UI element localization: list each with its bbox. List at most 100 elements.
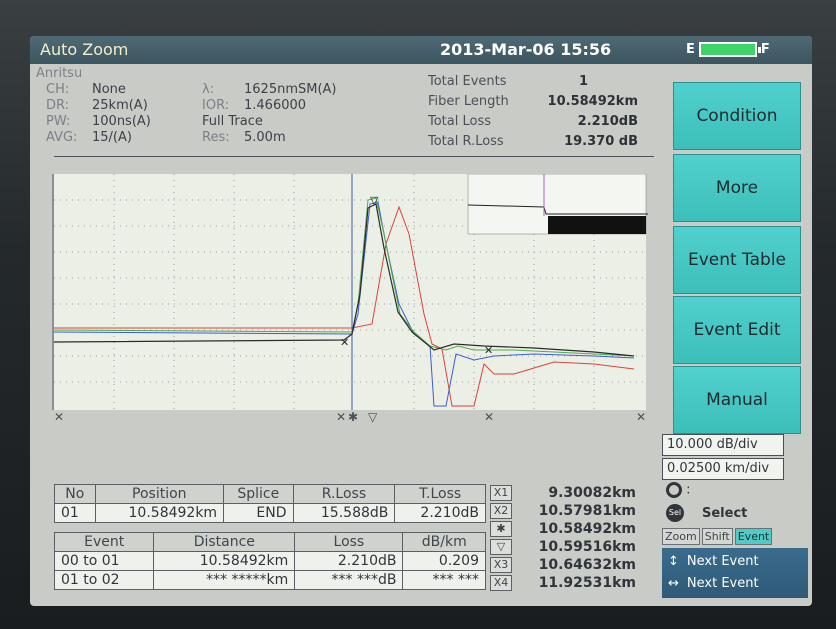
param-key: AVG: [46, 130, 78, 145]
knob-colon: : [686, 482, 691, 498]
cell: END [223, 503, 294, 523]
mode-title: Auto Zoom [40, 40, 129, 59]
mode-tabs: Zoom Shift Event [662, 528, 808, 545]
param-pw: PW: 100ns(A) [46, 114, 151, 129]
col-loss: Loss [294, 532, 404, 552]
param-trace-mode: Full Trace [202, 114, 263, 129]
db-per-div: 10.000 dB/div [662, 434, 784, 456]
section-loss-table[interactable]: Event Distance Loss dB/km 00 to 01 10.58… [53, 532, 486, 590]
stat-value: 2.210dB [577, 114, 638, 129]
x1-marker[interactable]: ✕ [54, 410, 64, 424]
cell: 2.210dB [294, 551, 404, 571]
cell: 01 to 02 [53, 570, 155, 590]
x2-marker[interactable]: ✕ [336, 410, 346, 424]
x4-symbol: X4 [490, 575, 512, 591]
otdr-trace-graph[interactable]: ▽ ✕ ✕ [52, 174, 648, 410]
x2-symbol: X2 [490, 503, 512, 519]
more-button[interactable]: More [673, 154, 801, 222]
cursor-x2-mark: ✕ [340, 336, 349, 349]
loss-table-header: Event Distance Loss dB/km [53, 532, 486, 552]
param-key: λ: [202, 82, 215, 97]
stat-total-events: Total Events 1 [428, 74, 638, 89]
triangle-symbol: ▽ [490, 539, 512, 555]
event-table-button[interactable]: Event Table [673, 226, 801, 294]
param-wavelength: λ: 1625nmSM(A) [202, 82, 337, 97]
col-no: No [54, 484, 96, 504]
stat-key: Total Loss [428, 114, 492, 129]
cell: *** *** [402, 570, 486, 590]
event-star-marker[interactable]: ✱ [348, 410, 358, 424]
stat-key: Fiber Length [428, 94, 509, 109]
param-value: None [92, 82, 126, 97]
x3-marker[interactable]: ✕ [484, 410, 494, 424]
condition-button[interactable]: Condition [673, 82, 801, 150]
x1-symbol: X1 [490, 485, 512, 501]
trace-red [54, 205, 635, 407]
x4-marker[interactable]: ✕ [636, 410, 646, 424]
stat-key: Total R.Loss [428, 134, 504, 149]
x3-value: 10.64632km [538, 557, 636, 573]
cell: 0.209 [402, 551, 486, 571]
event-table[interactable]: No Position Splice R.Loss T.Loss 01 10.5… [54, 484, 486, 523]
param-value: 1625nmSM(A) [244, 82, 337, 97]
tab-shift[interactable]: Shift [701, 528, 733, 545]
param-value: 25km(A) [92, 98, 148, 113]
table-row[interactable]: 01 to 02 *** *****km *** ***dB *** *** [53, 570, 486, 590]
updown-nav: ↕ Next Event [668, 554, 759, 569]
event-table-header: No Position Splice R.Loss T.Loss [54, 484, 486, 504]
leftright-next-event-label: Next Event [686, 576, 759, 591]
updown-next-event-label: Next Event [686, 554, 759, 569]
param-ch: CH: None [46, 82, 126, 97]
col-event: Event [53, 532, 155, 552]
col-distance: Distance [153, 532, 296, 552]
manual-button[interactable]: Manual [673, 366, 801, 434]
tab-zoom[interactable]: Zoom [662, 528, 700, 545]
param-value: 100ns(A) [92, 114, 151, 129]
col-dbkm: dB/km [402, 532, 486, 552]
select-label: Select [702, 506, 748, 521]
cursor-x3-mark: ✕ [484, 344, 493, 357]
table-row[interactable]: 01 10.58492km END 15.588dB 2.210dB [54, 503, 486, 523]
otdr-screen: Auto Zoom 2013-Mar-06 15:56 E F Anritsu … [30, 36, 812, 606]
cursor-row-x2: X2 10.57981km [490, 502, 640, 520]
scale-readouts: 10.000 dB/div 0.02500 km/div [662, 434, 784, 482]
cursor-row-x1: X1 9.30082km [490, 484, 640, 502]
param-key: DR: [46, 98, 70, 113]
cell: *** ***dB [294, 570, 404, 590]
table-row[interactable]: 00 to 01 10.58492km 2.210dB 0.209 [53, 551, 486, 571]
overview-inset [467, 174, 648, 235]
col-rloss: R.Loss [292, 484, 396, 504]
up-down-arrow-icon: ↕ [668, 554, 679, 569]
stat-value: 1 [578, 74, 588, 89]
param-avg: AVG: 15/(A) [46, 130, 132, 145]
datetime: 2013-Mar-06 15:56 [440, 40, 612, 59]
param-res: Res: 5.00m [202, 130, 286, 145]
col-tloss: T.Loss [394, 484, 486, 504]
star-value: 10.58492km [538, 521, 636, 537]
battery-empty-label: E [686, 42, 695, 57]
x3-symbol: X3 [490, 557, 512, 573]
star-symbol: ✱ [490, 521, 512, 537]
cell: 10.58492km [153, 551, 296, 571]
x1-value: 9.30082km [548, 485, 636, 501]
event-marker-triangle: ▽ [370, 194, 379, 207]
tab-event[interactable]: Event [734, 528, 773, 545]
rotary-knob-help: : Sel Select [666, 482, 806, 522]
battery-indicator: E F [686, 42, 770, 57]
rotary-knob-icon [666, 482, 682, 498]
cell: 2.210dB [394, 503, 486, 523]
stat-total-rloss: Total R.Loss 19.370 dB [428, 134, 638, 149]
col-splice: Splice [223, 484, 294, 504]
triangle-marker[interactable]: ▽ [368, 410, 377, 424]
trace-svg: ▽ ✕ ✕ [54, 174, 648, 410]
param-key: CH: [46, 82, 70, 97]
param-ior: IOR: 1.466000 [202, 98, 306, 113]
stat-key: Total Events [428, 74, 507, 89]
scale-ruler [54, 156, 654, 157]
param-key: PW: [46, 114, 71, 129]
param-value: 1.466000 [244, 98, 307, 113]
param-key: Res: [202, 130, 230, 145]
event-edit-button[interactable]: Event Edit [673, 296, 801, 364]
param-value: 5.00m [244, 130, 286, 145]
cursor-row-triangle: ▽ 10.59516km [490, 538, 640, 556]
